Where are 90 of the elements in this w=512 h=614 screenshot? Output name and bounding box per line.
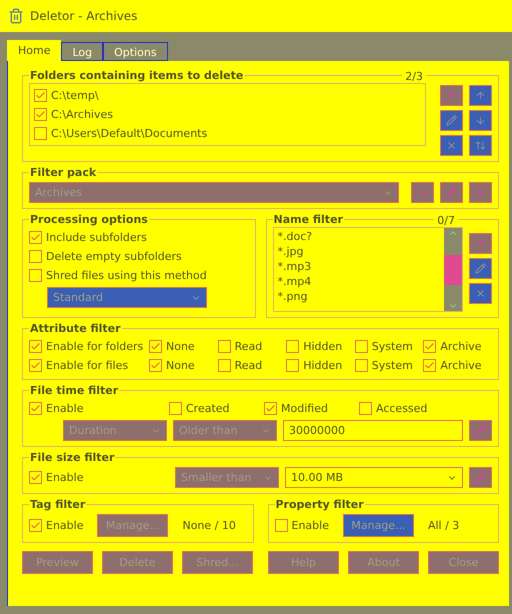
checkbox[interactable] [169,402,182,415]
arrow-up-icon [475,90,486,101]
checkbox[interactable] [286,359,300,372]
checkbox[interactable] [149,359,162,372]
checkbox[interactable] [34,127,47,140]
scrollbar[interactable] [444,228,462,311]
checkbox-label: Enable [46,471,84,484]
time-value-field[interactable]: 30000000 [283,420,463,441]
checkbox-label: Created [186,402,230,415]
name-count: 0/7 [434,214,458,226]
pencil-icon [475,425,486,436]
close-icon [475,187,486,198]
checkbox-label: Include subfolders [46,231,147,244]
checkbox-label: None [166,359,195,372]
checkbox[interactable] [286,340,300,353]
checkbox-label: Read [234,340,262,353]
checkbox-label: Enable [46,519,84,532]
checkbox-label: Delete empty subfolders [46,250,182,263]
checkbox-label: Enable [46,402,84,415]
group-title: Tag filter [29,498,86,511]
checkbox[interactable] [29,269,42,282]
checkbox[interactable] [354,359,368,372]
checkbox-label: Enable [292,519,329,532]
name-pattern[interactable]: *.png [278,290,440,305]
filter-status: None / 10 [182,519,236,532]
pencil-icon [475,263,486,274]
checkbox[interactable] [354,340,368,353]
group-title: Folders containing items to delete [29,69,244,82]
tab[interactable]: Options [103,42,168,61]
name-pattern[interactable]: *.mp4 [278,275,440,290]
checkbox[interactable] [218,359,231,372]
checkbox-label: Shred files using this method [46,269,207,282]
pencil-icon [475,472,486,483]
group-title: File size filter [29,451,116,464]
arrows-up-down-icon [475,140,486,151]
checkbox-label: Modified [281,402,328,415]
checkbox[interactable] [359,402,372,415]
group-title: File time filter [29,384,120,397]
checkbox[interactable] [274,519,288,532]
checkbox[interactable] [29,250,42,263]
checkbox[interactable] [29,471,42,484]
plus-icon [417,187,428,198]
pencil-icon [446,187,457,198]
checkbox[interactable] [29,402,42,415]
window-title: Deletor - Archives [30,9,138,23]
checkbox[interactable] [264,402,277,415]
group-title: Attribute filter [29,322,122,335]
checkbox-label: System [372,340,413,353]
group-title: Processing options [29,213,149,226]
checkbox-label: System [372,359,413,372]
checkbox-label: Hidden [303,340,342,353]
name-pattern[interactable]: *.doc? [278,230,440,245]
close-icon [446,140,457,151]
folder-path[interactable]: C:\Users\Default\Documents [51,127,208,140]
checkbox[interactable] [34,89,47,102]
checkbox[interactable] [29,231,42,244]
checkbox[interactable] [29,359,42,372]
name-pattern[interactable]: *.jpg [278,245,440,260]
plus-icon [475,238,486,249]
checkbox-label: None [166,340,195,353]
size-dropdown[interactable]: 10.00 MB [285,467,463,488]
name-pattern[interactable]: *.mp3 [278,260,440,275]
checkbox-label: Enable for folders [46,340,144,353]
plus-icon [446,90,457,101]
checkbox-label: Enable for files [46,359,128,372]
pencil-icon [446,115,457,126]
checkbox[interactable] [423,359,436,372]
checkbox-label: Accessed [376,402,428,415]
checkbox[interactable] [423,340,436,353]
checkbox[interactable] [218,340,231,353]
checkbox-label: Read [234,359,262,372]
arrow-down-icon [475,115,486,126]
checkbox-label: Hidden [303,359,342,372]
group-title: Name filter [272,213,344,226]
group-title: Filter pack [29,166,98,179]
folder-path[interactable]: C:\temp\ [51,89,99,102]
checkbox[interactable] [29,340,42,353]
group-title: Property filter [274,498,365,511]
tab[interactable]: Log [61,42,104,61]
checkbox[interactable] [29,519,42,532]
checkbox[interactable] [34,108,47,121]
tab[interactable]: Home [7,40,62,61]
trash-icon [8,8,24,24]
checkbox-label: Archive [440,359,482,372]
folder-count: 2/3 [402,70,426,82]
checkbox[interactable] [149,340,162,353]
checkbox-label: Archive [440,340,482,353]
close-icon [475,288,486,299]
folder-path[interactable]: C:\Archives [51,108,113,121]
filter-status: All / 3 [428,519,460,532]
